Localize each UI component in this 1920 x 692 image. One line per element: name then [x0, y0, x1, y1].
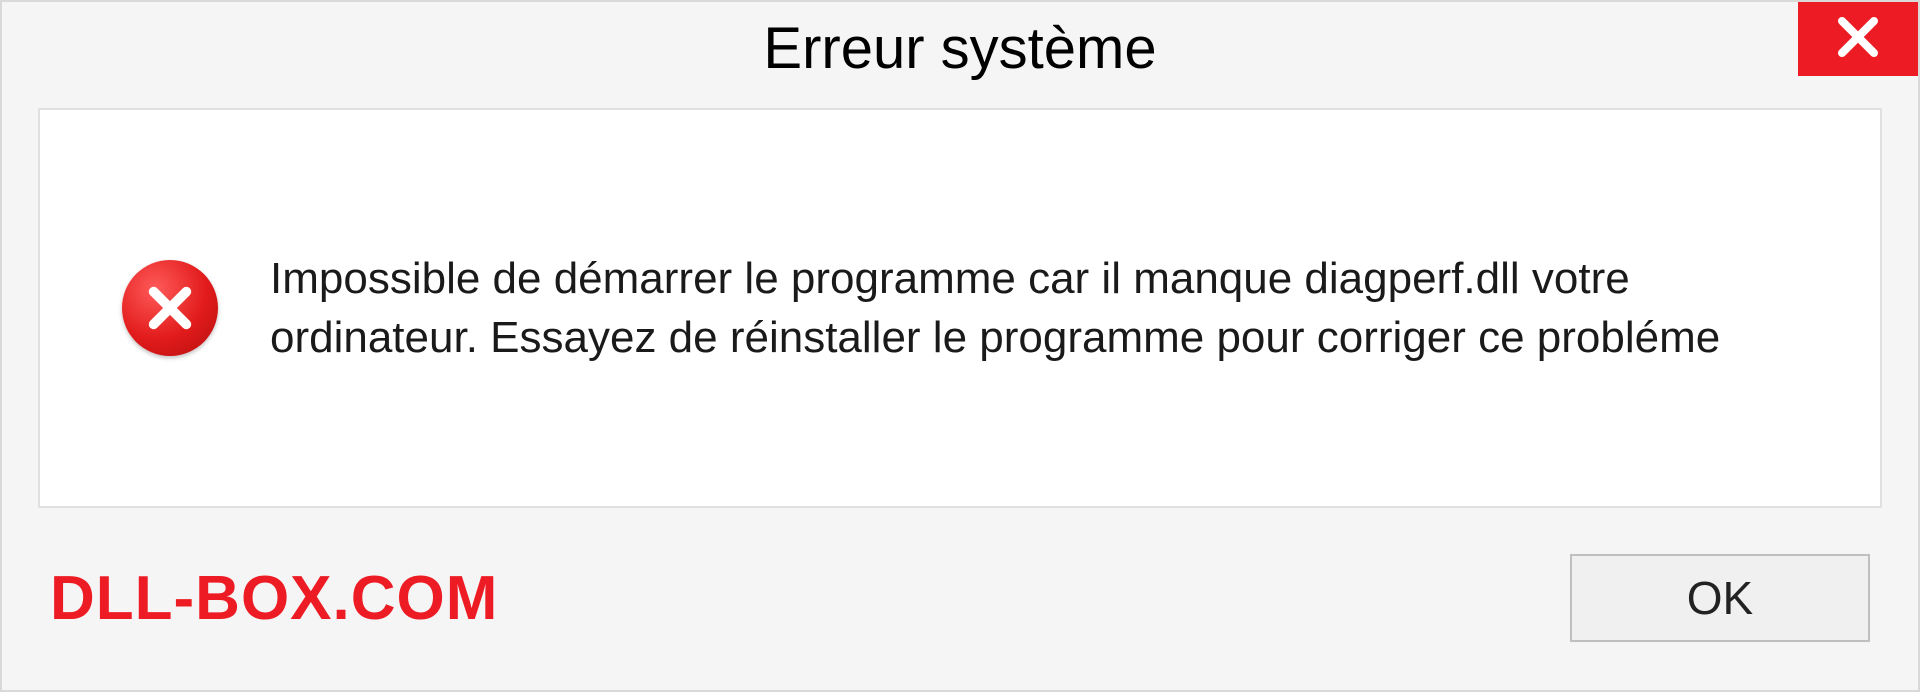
content-panel: Impossible de démarrer le programme car …	[38, 108, 1882, 508]
title-bar: Erreur système	[2, 2, 1918, 94]
dialog-title: Erreur système	[763, 15, 1156, 82]
error-icon	[120, 258, 220, 358]
dialog-footer: DLL-BOX.COM OK	[2, 508, 1918, 688]
error-message: Impossible de démarrer le programme car …	[270, 249, 1820, 368]
error-dialog: Erreur système Impossible de démarrer le…	[0, 0, 1920, 692]
close-icon	[1834, 13, 1882, 66]
ok-button[interactable]: OK	[1570, 554, 1870, 642]
close-button[interactable]	[1798, 2, 1918, 76]
brand-watermark: DLL-BOX.COM	[50, 563, 498, 634]
